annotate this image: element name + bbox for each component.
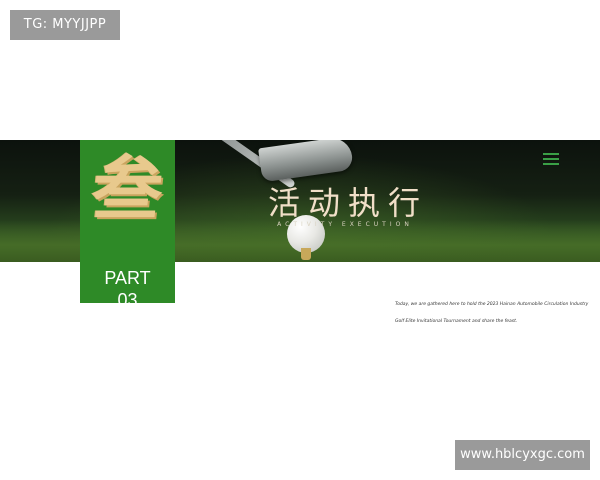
menu-line (543, 158, 559, 160)
description-text: Today, we are gathered here to hold the … (395, 302, 589, 324)
part-calligraphy: 叁 (88, 147, 167, 230)
section-subtitle: ACTIVITY EXECUTION (277, 221, 413, 228)
part-number: 03 (117, 290, 138, 303)
part-label: PART (104, 268, 151, 288)
part-badge: 叁 PART 03 (80, 140, 175, 303)
section-title: 活动执行 (267, 184, 428, 222)
golf-club-head (258, 140, 354, 183)
watermark-bottom: www.hblcyxgc.com (455, 440, 590, 470)
menu-line (543, 153, 559, 155)
watermark-top: TG: MYYJJPP (10, 10, 120, 40)
menu-line (543, 163, 559, 165)
hamburger-menu-icon[interactable] (543, 153, 559, 165)
golf-tee (301, 248, 311, 260)
